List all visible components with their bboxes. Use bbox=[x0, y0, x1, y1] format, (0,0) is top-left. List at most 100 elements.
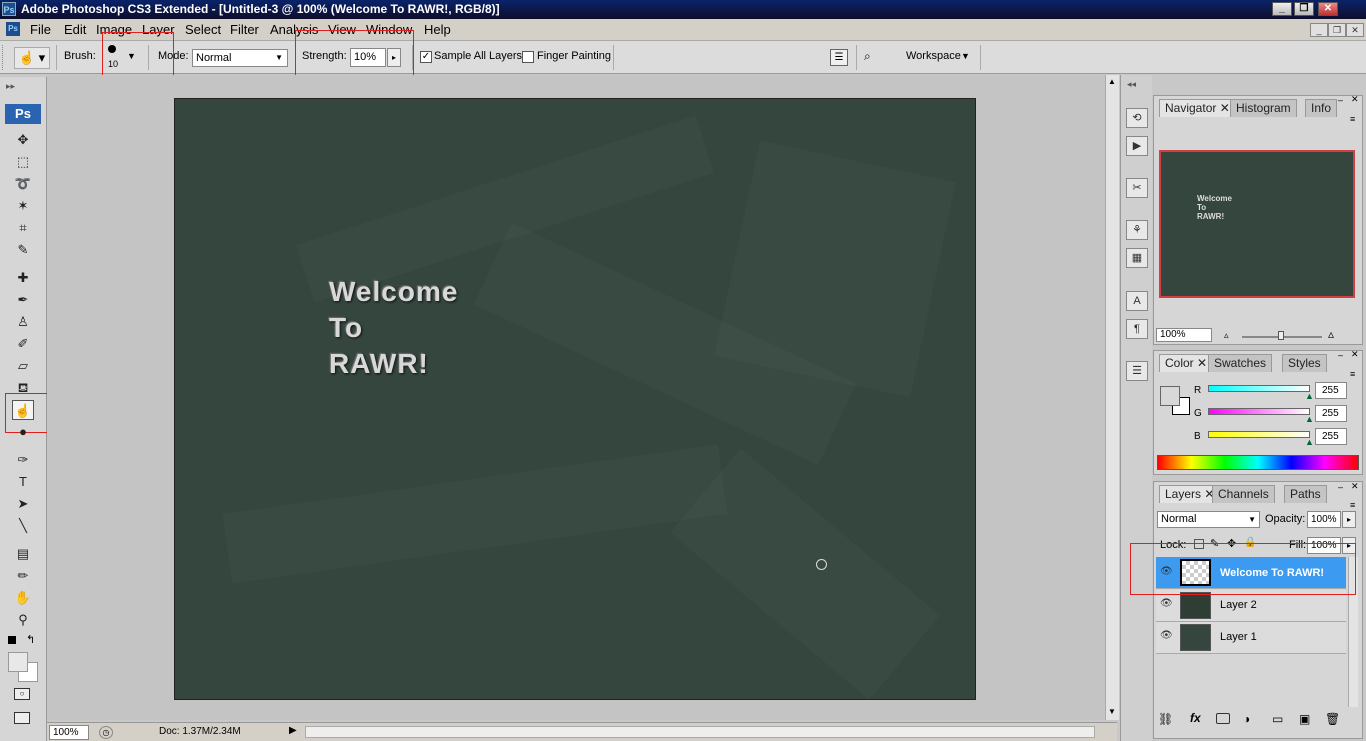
slice-tool-icon[interactable]: ✎ bbox=[12, 240, 34, 260]
maximize-icon[interactable]: ❐ bbox=[1294, 2, 1314, 16]
b-slider[interactable] bbox=[1208, 431, 1310, 438]
panel-menu-icon[interactable]: ≡ bbox=[1350, 114, 1355, 124]
navigator-close-icon[interactable]: ✕ bbox=[1351, 94, 1359, 105]
hand-tool-icon[interactable]: ✋ bbox=[12, 588, 34, 608]
menu-help[interactable]: Help bbox=[424, 22, 451, 37]
actions-panel-icon[interactable]: ▶ bbox=[1126, 136, 1148, 156]
doc-minimize-icon[interactable]: _ bbox=[1310, 23, 1328, 37]
navigator-zoom-field[interactable]: 100% bbox=[1156, 328, 1212, 342]
doc-restore-icon[interactable]: ❐ bbox=[1328, 23, 1346, 37]
visibility-eye-icon[interactable]: 👁 bbox=[1160, 630, 1173, 642]
tab-paths[interactable]: Paths bbox=[1284, 485, 1327, 503]
opacity-field[interactable]: 100% bbox=[1307, 511, 1341, 528]
r-value-field[interactable]: 255 bbox=[1315, 382, 1347, 399]
character-panel-icon[interactable]: A bbox=[1126, 291, 1148, 311]
magic-wand-tool-icon[interactable]: ✶ bbox=[12, 196, 34, 216]
strength-input[interactable]: 10% bbox=[350, 48, 386, 67]
tab-channels[interactable]: Channels bbox=[1212, 485, 1275, 503]
minimize-icon[interactable]: _ bbox=[1272, 2, 1292, 16]
dodge-tool-icon[interactable]: ● bbox=[12, 422, 34, 442]
menu-filter[interactable]: Filter bbox=[230, 22, 259, 37]
new-group-icon[interactable]: ▭ bbox=[1272, 712, 1283, 726]
brush-tip-icon[interactable] bbox=[108, 45, 116, 53]
history-panel-icon[interactable]: ⟲ bbox=[1126, 108, 1148, 128]
default-colors-icon[interactable] bbox=[8, 636, 16, 644]
status-info-icon[interactable]: ◷ bbox=[99, 726, 113, 739]
adjustment-layer-icon[interactable]: ◑ bbox=[1243, 712, 1250, 726]
navigator-thumbnail[interactable]: Welcome To RAWR! bbox=[1159, 150, 1355, 298]
layers-panel-menu-icon[interactable]: ≡ bbox=[1350, 500, 1355, 510]
paragraph-panel-icon[interactable]: ¶ bbox=[1126, 319, 1148, 339]
tab-navigator[interactable]: Navigator ✕ bbox=[1159, 99, 1236, 117]
clone-source-icon[interactable]: ▦ bbox=[1126, 248, 1148, 268]
strength-slider-arrow-icon[interactable]: ▸ bbox=[387, 48, 401, 67]
move-tool-icon[interactable]: ✥ bbox=[12, 130, 34, 150]
delete-layer-icon[interactable]: 🗑 bbox=[1325, 712, 1340, 726]
b-value-field[interactable]: 255 bbox=[1315, 428, 1347, 445]
zoom-tool-icon[interactable]: ⚲ bbox=[12, 610, 34, 630]
doc-close-icon[interactable]: ✕ bbox=[1346, 23, 1364, 37]
close-icon[interactable]: ✕ bbox=[1318, 2, 1338, 16]
color-panel-menu-icon[interactable]: ≡ bbox=[1350, 369, 1355, 379]
eraser-tool-icon[interactable]: ▱ bbox=[12, 356, 34, 376]
color-minimize-icon[interactable]: – bbox=[1338, 350, 1343, 360]
brush-size[interactable]: 10 bbox=[108, 59, 118, 69]
vertical-scrollbar[interactable]: ▲ ▼ bbox=[1105, 75, 1119, 720]
status-menu-arrow-icon[interactable]: ▶ bbox=[289, 725, 297, 736]
r-slider-thumb-icon[interactable]: ▲ bbox=[1305, 391, 1314, 401]
workspace-chevron-icon[interactable]: ▼ bbox=[961, 51, 970, 61]
color-fg-swatch[interactable] bbox=[1160, 386, 1180, 406]
color-spectrum-ramp[interactable] bbox=[1157, 455, 1359, 470]
layer-comps-icon[interactable]: ☰ bbox=[1126, 361, 1148, 381]
navigator-minimize-icon[interactable]: – bbox=[1338, 95, 1343, 105]
layers-close-icon[interactable]: ✕ bbox=[1351, 481, 1359, 492]
tab-styles[interactable]: Styles bbox=[1282, 354, 1327, 372]
lasso-tool-icon[interactable]: ➰ bbox=[12, 174, 34, 194]
quick-mask-icon[interactable]: ○ bbox=[14, 688, 30, 700]
bridge-icon[interactable]: ⌕ bbox=[864, 49, 888, 66]
opacity-arrow-icon[interactable]: ▸ bbox=[1342, 511, 1356, 528]
brushes-panel-icon[interactable]: ⚘ bbox=[1126, 220, 1148, 240]
eyedropper-tool-icon[interactable]: ✏ bbox=[12, 566, 34, 586]
swap-colors-icon[interactable]: ↰ bbox=[26, 633, 35, 646]
pen-tool-icon[interactable]: ✑ bbox=[12, 450, 34, 470]
navigator-slider-thumb[interactable] bbox=[1278, 331, 1284, 340]
zoom-in-icon[interactable]: ▵ bbox=[1328, 327, 1334, 341]
smudge-tool-preset-icon[interactable]: ☝ ▾ bbox=[14, 47, 50, 69]
layer-name[interactable]: Layer 1 bbox=[1220, 631, 1257, 643]
color-close-icon[interactable]: ✕ bbox=[1351, 349, 1359, 360]
link-layers-icon[interactable]: ⛓ bbox=[1158, 712, 1173, 726]
dock-expand-icon[interactable]: ◂◂ bbox=[1127, 79, 1136, 90]
history-brush-tool-icon[interactable]: ✐ bbox=[12, 334, 34, 354]
tab-color[interactable]: Color ✕ bbox=[1159, 354, 1214, 372]
layer-name[interactable]: Layer 2 bbox=[1220, 599, 1257, 611]
visibility-eye-icon[interactable]: 👁 bbox=[1160, 598, 1173, 610]
menu-edit[interactable]: Edit bbox=[64, 22, 86, 37]
sample-all-layers-checkbox[interactable]: ✓ bbox=[420, 51, 432, 63]
brush-tool-icon[interactable]: ✒ bbox=[12, 290, 34, 310]
workspace-button[interactable]: Workspace bbox=[906, 50, 961, 62]
tool-presets-icon[interactable]: ✂ bbox=[1126, 178, 1148, 198]
r-slider[interactable] bbox=[1208, 385, 1310, 392]
type-tool-icon[interactable]: T bbox=[12, 472, 34, 492]
foreground-color-swatch[interactable] bbox=[8, 652, 28, 672]
palette-well-icon[interactable]: ☰ bbox=[830, 49, 848, 66]
healing-brush-tool-icon[interactable]: ✚ bbox=[12, 268, 34, 288]
tab-info[interactable]: Info bbox=[1305, 99, 1338, 117]
toolbox-collapse-icon[interactable]: ▸▸ bbox=[6, 81, 15, 92]
horizontal-scrollbar[interactable] bbox=[305, 726, 1095, 738]
document-canvas[interactable]: Welcome To RAWR! bbox=[174, 98, 976, 700]
g-slider-thumb-icon[interactable]: ▲ bbox=[1305, 414, 1314, 424]
new-layer-icon[interactable]: ▣ bbox=[1299, 712, 1310, 726]
notes-tool-icon[interactable]: ▤ bbox=[12, 544, 34, 564]
zoom-out-icon[interactable]: ▵ bbox=[1224, 330, 1229, 341]
screen-mode-icon[interactable] bbox=[14, 712, 30, 724]
layer-style-icon[interactable]: fx bbox=[1190, 711, 1201, 725]
scroll-down-icon[interactable]: ▼ bbox=[1108, 707, 1116, 716]
g-slider[interactable] bbox=[1208, 408, 1310, 415]
finger-painting-checkbox[interactable] bbox=[522, 51, 534, 63]
blend-mode-select[interactable]: Normal ▼ bbox=[1157, 511, 1260, 528]
path-selection-tool-icon[interactable]: ➤ bbox=[12, 494, 34, 514]
tab-histogram[interactable]: Histogram bbox=[1230, 99, 1297, 117]
g-value-field[interactable]: 255 bbox=[1315, 405, 1347, 422]
